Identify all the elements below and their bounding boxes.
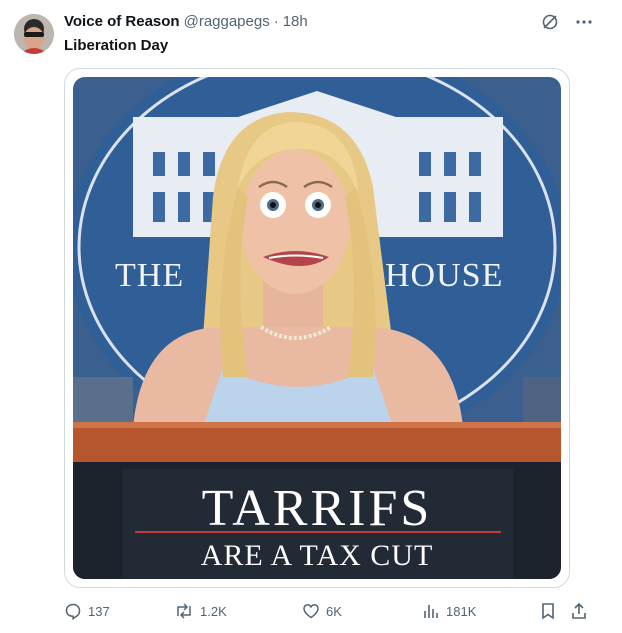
backdrop-text-left: THE (115, 257, 185, 294)
reply-icon (65, 603, 81, 620)
timestamp[interactable]: 18h (283, 13, 308, 30)
separator: · (273, 13, 279, 30)
share-button[interactable] (570, 598, 588, 624)
tweet-text: Liberation Day (64, 37, 169, 54)
backdrop-text-right: HOUSE (385, 257, 504, 294)
bookmark-button[interactable] (539, 598, 557, 624)
views-count: 181K (446, 603, 477, 619)
repost-button[interactable]: 1.2K (174, 598, 227, 624)
views-button[interactable]: 181K (422, 598, 476, 624)
author-handle[interactable]: @raggapegs (184, 13, 270, 30)
press-briefing-image: THE HOUSE TARRIFS ARE A TAX CUT (73, 77, 561, 579)
tweet: Voice of Reason @raggapegs · 18h Liberat… (0, 0, 622, 633)
heart-icon (303, 604, 319, 619)
avatar[interactable] (14, 14, 54, 54)
author-name[interactable]: Voice of Reason (64, 13, 180, 30)
like-button[interactable]: 6K (302, 598, 342, 624)
grok-icon[interactable] (540, 12, 560, 32)
avatar-image (14, 14, 54, 54)
tweet-media[interactable]: THE HOUSE TARRIFS ARE A TAX CUT (64, 68, 570, 588)
tweet-header: Voice of Reason @raggapegs · 18h (64, 13, 542, 33)
views-chart-icon (424, 605, 438, 618)
share-icon (572, 602, 586, 619)
podium-sign-title: TARRIFS (201, 480, 433, 537)
bookmark-icon (542, 603, 554, 620)
podium-sign-subtitle: ARE A TAX CUT (200, 539, 434, 572)
more-icon[interactable] (574, 12, 594, 32)
reply-button[interactable]: 137 (64, 598, 110, 624)
like-count: 6K (326, 603, 342, 619)
reply-count: 137 (88, 603, 110, 619)
tweet-top-actions (540, 12, 594, 32)
repost-count: 1.2K (200, 603, 227, 619)
repost-icon (177, 603, 191, 619)
tweet-actions: 137 1.2K 6K 181K (64, 598, 594, 624)
